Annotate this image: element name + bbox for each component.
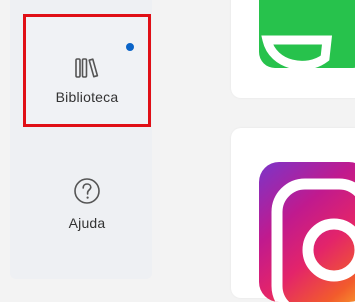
sidebar-item-label: Biblioteca xyxy=(55,89,119,105)
help-icon xyxy=(74,178,100,204)
whatsapp-icon[interactable] xyxy=(259,0,355,68)
sidebar: Biblioteca Ajuda xyxy=(10,0,152,279)
instagram-icon[interactable] xyxy=(259,162,355,302)
sidebar-item-help[interactable]: Ajuda xyxy=(23,165,151,260)
library-icon xyxy=(75,58,99,78)
notification-badge xyxy=(126,43,134,51)
sidebar-item-label: Ajuda xyxy=(68,215,106,231)
sidebar-item-library[interactable]: Biblioteca xyxy=(23,14,151,127)
